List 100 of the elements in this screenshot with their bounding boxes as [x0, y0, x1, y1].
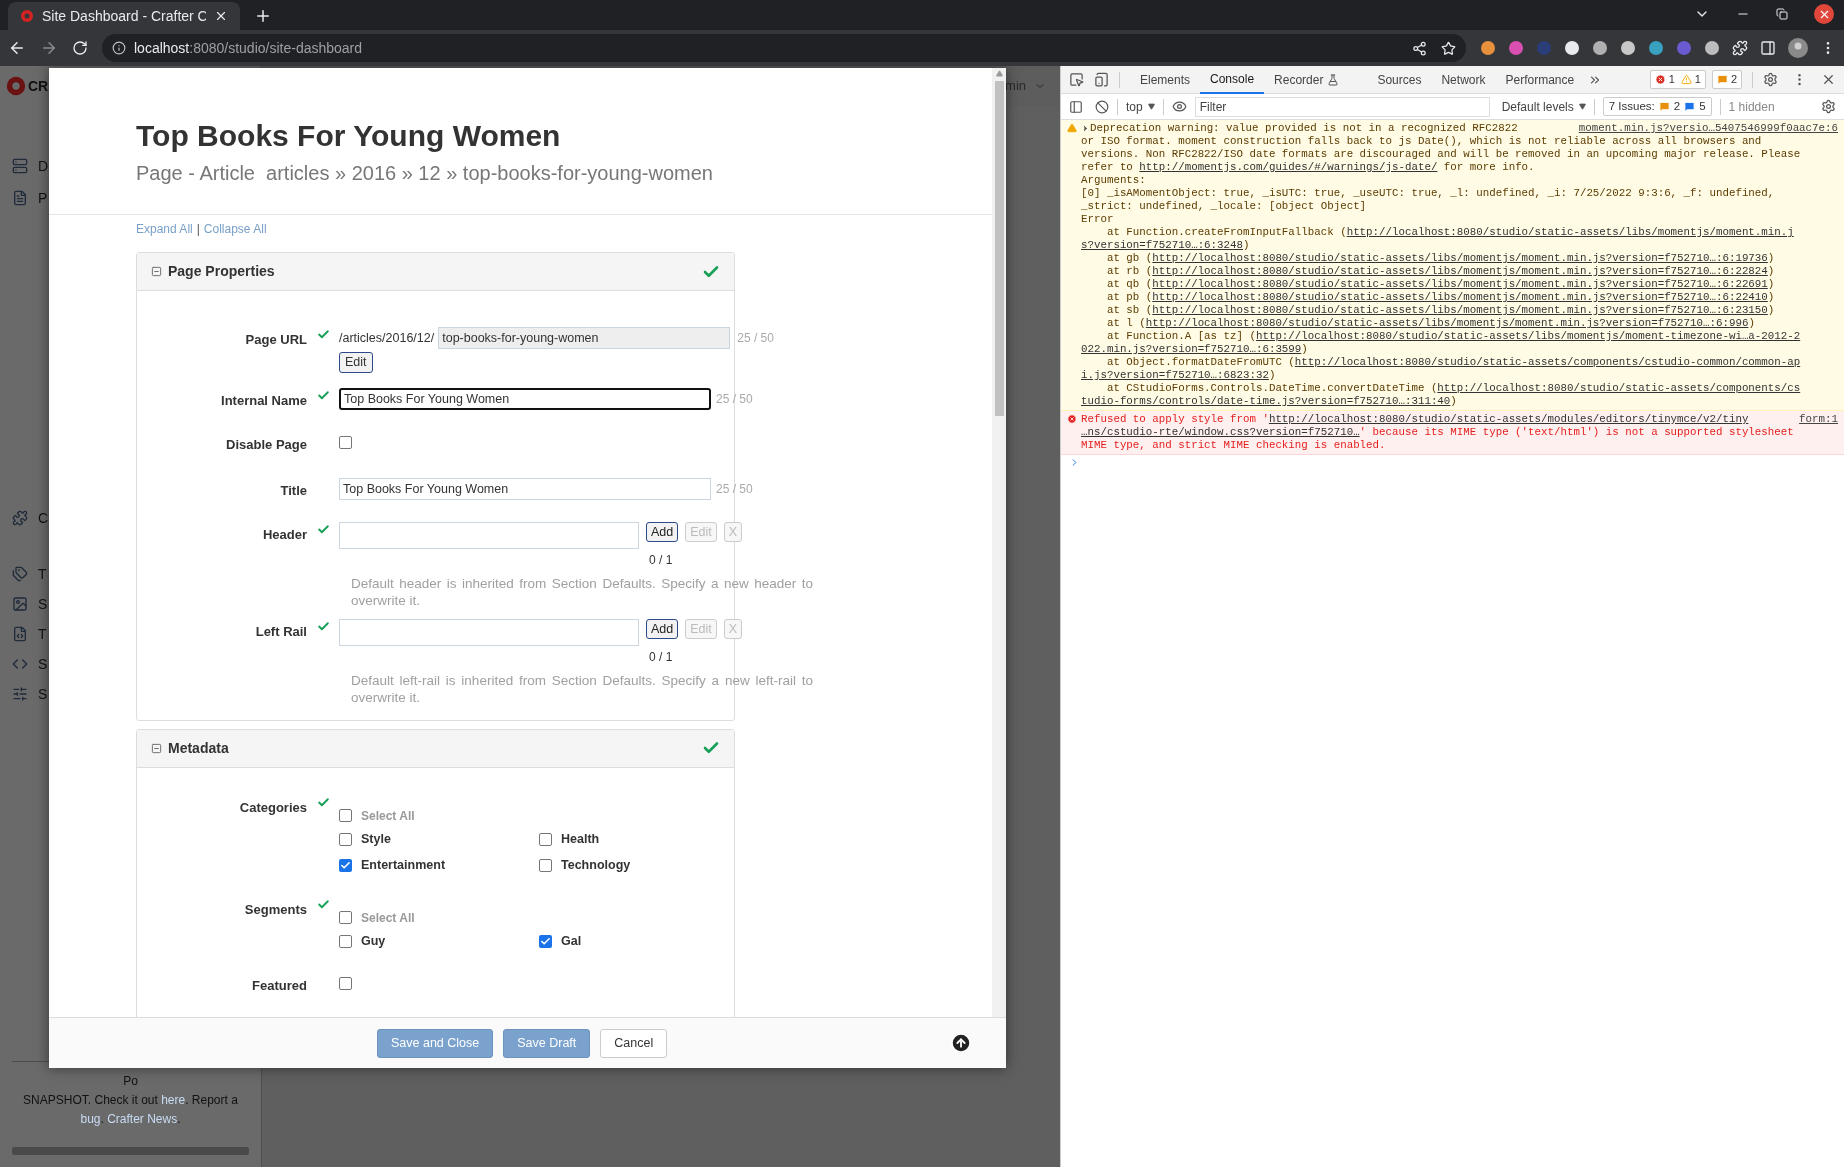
check-icon	[316, 897, 330, 911]
new-tab-icon[interactable]	[254, 7, 272, 25]
avatar-icon[interactable]	[1788, 38, 1808, 58]
sidebar-item-icon	[12, 656, 28, 672]
clear-console-icon[interactable]	[1095, 99, 1109, 114]
info-icon[interactable]	[112, 41, 126, 55]
extension-icon[interactable]	[1480, 40, 1496, 56]
back-icon[interactable]	[8, 39, 26, 57]
live-expression-icon[interactable]	[1171, 99, 1187, 114]
footer-link[interactable]: bug	[80, 1112, 101, 1126]
checkbox[interactable]	[339, 911, 352, 924]
scrollbar-thumb[interactable]	[994, 81, 1004, 416]
checkbox[interactable]	[339, 809, 352, 822]
filter-field[interactable]: Filter	[1194, 96, 1490, 117]
item-field[interactable]	[339, 618, 639, 646]
help-text: Default left-rail is inherited from Section Defaults. Specify a new left-rail to overwrite it.	[351, 671, 813, 706]
field-label: Left Rail	[254, 622, 307, 641]
extension-icon[interactable]	[1620, 40, 1636, 56]
checkbox[interactable]	[339, 833, 352, 846]
collapse-icon[interactable]	[151, 266, 162, 277]
forward-icon[interactable]	[40, 39, 58, 57]
form-title: Top Books For Young Women	[136, 118, 562, 154]
issue-icon	[1658, 101, 1670, 112]
selector-button[interactable]: Add	[646, 618, 679, 639]
restore-icon[interactable]	[1776, 8, 1788, 20]
text-field[interactable]: Top Books For Young Women	[339, 478, 711, 500]
section-header[interactable]: Page Properties	[137, 253, 734, 291]
inspect-icon[interactable]	[1069, 72, 1084, 87]
checkbox[interactable]	[339, 859, 352, 872]
extension-icon[interactable]	[1592, 40, 1608, 56]
levels-select[interactable]: Default levels	[1501, 97, 1586, 116]
extensions-icon[interactable]	[1732, 40, 1748, 56]
extension-icon[interactable]	[1564, 40, 1580, 56]
side-panel-icon[interactable]	[1760, 40, 1776, 56]
console-settings-icon[interactable]	[1821, 99, 1836, 114]
message-line: [0] _isAMomentObject: true, _isUTC: true, _useUTC: true, _l: undefined, _i: 7/25/2022 9:3:6, _f: undefined,	[1081, 187, 1775, 200]
collapse-icon[interactable]	[151, 742, 162, 754]
message-line: MIME type, and strict MIME checking is enabled.	[1081, 439, 1386, 452]
close-icon[interactable]	[1821, 72, 1836, 87]
url-prefix: /articles/2016/12/	[339, 329, 435, 347]
field-label: Categories	[238, 798, 307, 817]
scroll-top-icon[interactable]	[950, 1032, 972, 1054]
checkbox[interactable]	[339, 435, 352, 449]
close-icon[interactable]	[214, 9, 228, 23]
checkbox[interactable]	[539, 833, 552, 846]
item-count: 0 / 1	[649, 648, 674, 666]
select-all-label: Select All	[361, 807, 415, 825]
edit-button[interactable]: Edit	[339, 352, 373, 373]
warning-icon	[1680, 74, 1692, 85]
checkbox[interactable]	[339, 976, 352, 990]
share-icon[interactable]	[1412, 40, 1427, 56]
checkbox[interactable]	[539, 935, 552, 948]
section-header[interactable]: Metadata	[137, 729, 734, 768]
expand-icon[interactable]	[1081, 124, 1090, 133]
text-field[interactable]: Top Books For Young Women	[339, 388, 711, 410]
checkbox[interactable]	[339, 935, 352, 948]
issues-count[interactable]: 2	[1711, 70, 1742, 89]
url-text: localhost:8080/studio/site-dashboard	[134, 38, 363, 58]
footer-button[interactable]: Cancel	[600, 1028, 668, 1058]
message-source[interactable]: moment.min.js?versio…5407546999f0aac7e:6	[1578, 122, 1838, 135]
devtools-tab[interactable]: Sources	[1367, 65, 1432, 94]
character-counter: 25 / 50	[737, 330, 774, 347]
message-line: Deprecation warning: value provided is not in a recognized RFC2822	[1090, 122, 1518, 135]
console-counts[interactable]: 1 1	[1649, 70, 1706, 89]
settings-icon[interactable]	[1763, 72, 1778, 87]
devtools-tab[interactable]: Elements	[1130, 65, 1201, 94]
select-all-label: Select All	[361, 909, 415, 927]
devtools-tab[interactable]: Network	[1431, 65, 1496, 94]
address-bar[interactable]: localhost:8080/studio/site-dashboard	[102, 34, 1466, 62]
extension-icon[interactable]	[1648, 40, 1664, 56]
field-label: Title	[279, 482, 307, 500]
checkbox[interactable]	[539, 859, 552, 872]
message-line: at CStudioForms.Controls.DateTime.convertDateTime (http://localhost:8080/studio/static-assets/components/cs	[1105, 382, 1801, 395]
message-line: Refused to apply style from 'http://localhost:8080/studio/static-assets/modules/editors/tinymce/v2/tiny	[1081, 413, 1749, 426]
bookmark-star-icon[interactable]	[1441, 40, 1456, 56]
field-label: Header	[261, 525, 307, 544]
devtools-tab[interactable]: Performance	[1495, 65, 1585, 94]
devtools-tab[interactable]: Console	[1200, 65, 1265, 94]
item-field[interactable]	[339, 521, 639, 549]
selector-button[interactable]: Add	[646, 521, 679, 542]
url-field[interactable]: top-books-for-young-women	[438, 327, 731, 349]
issues-button[interactable]: 7 Issues: 2 5	[1602, 97, 1712, 116]
context-select[interactable]: top	[1126, 97, 1155, 116]
sidebar-item-icon	[12, 596, 28, 612]
reload-icon[interactable]	[72, 40, 88, 56]
horizontal-scrollbar[interactable]	[12, 1147, 249, 1155]
scroll-up-icon[interactable]	[995, 70, 1003, 77]
extension-icon[interactable]	[1704, 40, 1720, 56]
message-line: tudio-forms/controls/date-time.js?version=f752710…:311:40)	[1081, 395, 1457, 408]
item-count: 0 / 1	[649, 551, 674, 569]
devtools-tab[interactable]: Recorder	[1264, 65, 1368, 94]
scrollbar[interactable]	[992, 68, 1006, 1017]
close-window-button[interactable]	[1814, 4, 1834, 24]
message-source[interactable]: form:1	[1799, 413, 1838, 426]
device-toolbar-icon[interactable]	[1094, 72, 1109, 87]
crafter-logo-icon	[5, 75, 27, 97]
option-label: Technology	[561, 857, 631, 875]
field-label: Internal Name	[220, 392, 307, 410]
section-title: Page Properties	[168, 262, 275, 281]
sidebar-toggle-icon[interactable]	[1069, 99, 1083, 114]
